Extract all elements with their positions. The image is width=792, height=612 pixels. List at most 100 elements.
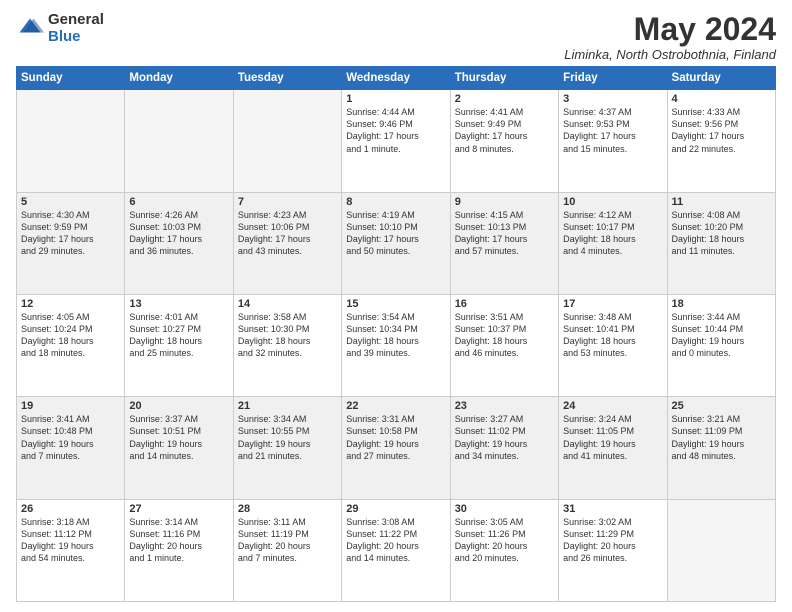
day-number: 9	[455, 196, 554, 208]
day-info: Sunrise: 3:24 AMSunset: 11:05 PMDaylight…	[563, 413, 662, 462]
day-number: 3	[563, 93, 662, 105]
header-saturday: Saturday	[667, 67, 775, 90]
day-info: Sunrise: 3:34 AMSunset: 10:55 PMDaylight…	[238, 413, 337, 462]
day-info: Sunrise: 3:11 AMSunset: 11:19 PMDaylight…	[238, 516, 337, 565]
day-number: 1	[346, 93, 445, 105]
day-number: 20	[129, 400, 228, 412]
calendar-header-row: Sunday Monday Tuesday Wednesday Thursday…	[17, 67, 776, 90]
day-info: Sunrise: 4:08 AMSunset: 10:20 PMDaylight…	[672, 209, 771, 258]
day-number: 17	[563, 298, 662, 310]
day-number: 13	[129, 298, 228, 310]
day-info: Sunrise: 4:15 AMSunset: 10:13 PMDaylight…	[455, 209, 554, 258]
day-number: 22	[346, 400, 445, 412]
day-number: 8	[346, 196, 445, 208]
month-year-title: May 2024	[564, 12, 776, 47]
week-row-3: 12Sunrise: 4:05 AMSunset: 10:24 PMDaylig…	[17, 294, 776, 396]
calendar-cell: 14Sunrise: 3:58 AMSunset: 10:30 PMDaylig…	[233, 294, 341, 396]
day-number: 15	[346, 298, 445, 310]
day-number: 6	[129, 196, 228, 208]
calendar-cell: 2Sunrise: 4:41 AMSunset: 9:49 PMDaylight…	[450, 90, 558, 192]
day-info: Sunrise: 3:58 AMSunset: 10:30 PMDaylight…	[238, 311, 337, 360]
header-sunday: Sunday	[17, 67, 125, 90]
calendar-cell: 30Sunrise: 3:05 AMSunset: 11:26 PMDaylig…	[450, 499, 558, 601]
header-monday: Monday	[125, 67, 233, 90]
day-number: 10	[563, 196, 662, 208]
logo: General Blue	[16, 12, 104, 45]
calendar-cell: 18Sunrise: 3:44 AMSunset: 10:44 PMDaylig…	[667, 294, 775, 396]
day-number: 2	[455, 93, 554, 105]
day-info: Sunrise: 4:33 AMSunset: 9:56 PMDaylight:…	[672, 106, 771, 155]
calendar-cell: 4Sunrise: 4:33 AMSunset: 9:56 PMDaylight…	[667, 90, 775, 192]
header-wednesday: Wednesday	[342, 67, 450, 90]
day-info: Sunrise: 3:27 AMSunset: 11:02 PMDaylight…	[455, 413, 554, 462]
day-number: 27	[129, 503, 228, 515]
calendar-cell	[125, 90, 233, 192]
day-number: 30	[455, 503, 554, 515]
day-number: 14	[238, 298, 337, 310]
day-info: Sunrise: 3:05 AMSunset: 11:26 PMDaylight…	[455, 516, 554, 565]
day-info: Sunrise: 4:44 AMSunset: 9:46 PMDaylight:…	[346, 106, 445, 155]
calendar-cell: 5Sunrise: 4:30 AMSunset: 9:59 PMDaylight…	[17, 192, 125, 294]
calendar-cell: 24Sunrise: 3:24 AMSunset: 11:05 PMDaylig…	[559, 397, 667, 499]
calendar-cell	[667, 499, 775, 601]
day-number: 25	[672, 400, 771, 412]
day-info: Sunrise: 3:44 AMSunset: 10:44 PMDaylight…	[672, 311, 771, 360]
header-thursday: Thursday	[450, 67, 558, 90]
calendar-cell: 28Sunrise: 3:11 AMSunset: 11:19 PMDaylig…	[233, 499, 341, 601]
page: General Blue May 2024 Liminka, North Ost…	[0, 0, 792, 612]
calendar-cell: 1Sunrise: 4:44 AMSunset: 9:46 PMDaylight…	[342, 90, 450, 192]
day-number: 7	[238, 196, 337, 208]
day-info: Sunrise: 3:02 AMSunset: 11:29 PMDaylight…	[563, 516, 662, 565]
calendar-cell: 13Sunrise: 4:01 AMSunset: 10:27 PMDaylig…	[125, 294, 233, 396]
day-info: Sunrise: 4:12 AMSunset: 10:17 PMDaylight…	[563, 209, 662, 258]
day-info: Sunrise: 3:54 AMSunset: 10:34 PMDaylight…	[346, 311, 445, 360]
week-row-4: 19Sunrise: 3:41 AMSunset: 10:48 PMDaylig…	[17, 397, 776, 499]
day-number: 31	[563, 503, 662, 515]
calendar-cell: 25Sunrise: 3:21 AMSunset: 11:09 PMDaylig…	[667, 397, 775, 499]
title-section: May 2024 Liminka, North Ostrobothnia, Fi…	[564, 12, 776, 62]
day-info: Sunrise: 3:51 AMSunset: 10:37 PMDaylight…	[455, 311, 554, 360]
day-info: Sunrise: 4:05 AMSunset: 10:24 PMDaylight…	[21, 311, 120, 360]
day-info: Sunrise: 4:41 AMSunset: 9:49 PMDaylight:…	[455, 106, 554, 155]
day-info: Sunrise: 4:30 AMSunset: 9:59 PMDaylight:…	[21, 209, 120, 258]
day-number: 26	[21, 503, 120, 515]
day-info: Sunrise: 3:41 AMSunset: 10:48 PMDaylight…	[21, 413, 120, 462]
day-number: 28	[238, 503, 337, 515]
day-info: Sunrise: 3:48 AMSunset: 10:41 PMDaylight…	[563, 311, 662, 360]
location-subtitle: Liminka, North Ostrobothnia, Finland	[564, 47, 776, 62]
calendar-cell: 9Sunrise: 4:15 AMSunset: 10:13 PMDayligh…	[450, 192, 558, 294]
calendar-cell: 8Sunrise: 4:19 AMSunset: 10:10 PMDayligh…	[342, 192, 450, 294]
day-info: Sunrise: 3:31 AMSunset: 10:58 PMDaylight…	[346, 413, 445, 462]
day-info: Sunrise: 3:18 AMSunset: 11:12 PMDaylight…	[21, 516, 120, 565]
calendar-cell: 22Sunrise: 3:31 AMSunset: 10:58 PMDaylig…	[342, 397, 450, 499]
calendar-cell: 3Sunrise: 4:37 AMSunset: 9:53 PMDaylight…	[559, 90, 667, 192]
day-info: Sunrise: 4:19 AMSunset: 10:10 PMDaylight…	[346, 209, 445, 258]
day-info: Sunrise: 3:08 AMSunset: 11:22 PMDaylight…	[346, 516, 445, 565]
calendar-table: Sunday Monday Tuesday Wednesday Thursday…	[16, 66, 776, 602]
calendar-cell: 31Sunrise: 3:02 AMSunset: 11:29 PMDaylig…	[559, 499, 667, 601]
day-number: 29	[346, 503, 445, 515]
calendar-cell: 21Sunrise: 3:34 AMSunset: 10:55 PMDaylig…	[233, 397, 341, 499]
calendar-cell: 19Sunrise: 3:41 AMSunset: 10:48 PMDaylig…	[17, 397, 125, 499]
day-number: 16	[455, 298, 554, 310]
calendar-cell: 6Sunrise: 4:26 AMSunset: 10:03 PMDayligh…	[125, 192, 233, 294]
calendar-cell: 12Sunrise: 4:05 AMSunset: 10:24 PMDaylig…	[17, 294, 125, 396]
day-number: 18	[672, 298, 771, 310]
day-info: Sunrise: 4:37 AMSunset: 9:53 PMDaylight:…	[563, 106, 662, 155]
calendar-cell	[17, 90, 125, 192]
day-number: 24	[563, 400, 662, 412]
day-number: 23	[455, 400, 554, 412]
day-number: 19	[21, 400, 120, 412]
day-number: 12	[21, 298, 120, 310]
day-info: Sunrise: 4:23 AMSunset: 10:06 PMDaylight…	[238, 209, 337, 258]
calendar-cell: 10Sunrise: 4:12 AMSunset: 10:17 PMDaylig…	[559, 192, 667, 294]
logo-text: General Blue	[48, 12, 104, 45]
day-info: Sunrise: 3:37 AMSunset: 10:51 PMDaylight…	[129, 413, 228, 462]
day-info: Sunrise: 3:14 AMSunset: 11:16 PMDaylight…	[129, 516, 228, 565]
day-number: 21	[238, 400, 337, 412]
calendar-cell	[233, 90, 341, 192]
header: General Blue May 2024 Liminka, North Ost…	[16, 12, 776, 62]
calendar-cell: 11Sunrise: 4:08 AMSunset: 10:20 PMDaylig…	[667, 192, 775, 294]
week-row-1: 1Sunrise: 4:44 AMSunset: 9:46 PMDaylight…	[17, 90, 776, 192]
calendar-cell: 26Sunrise: 3:18 AMSunset: 11:12 PMDaylig…	[17, 499, 125, 601]
